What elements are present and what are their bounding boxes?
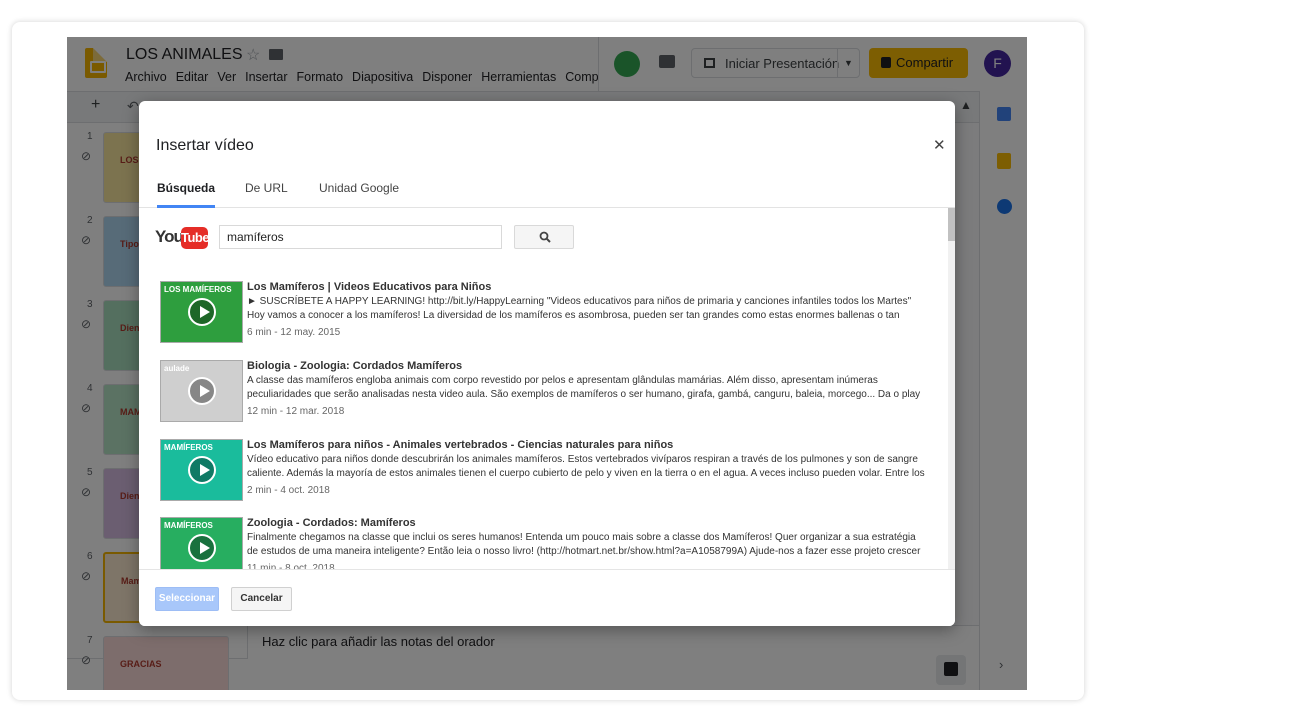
video-title: Zoologia - Cordados: Mamíferos <box>247 517 416 529</box>
results-scrollbar[interactable] <box>948 208 955 569</box>
play-icon <box>188 377 216 405</box>
dialog-title: Insertar vídeo <box>156 137 254 154</box>
dialog-footer: Seleccionar Cancelar <box>139 569 955 626</box>
video-description: A classe das mamíferos engloba animais c… <box>247 375 921 400</box>
video-title: Los Mamíferos | Videos Educativos para N… <box>247 281 492 293</box>
thumbnail-text: aulade <box>164 364 190 373</box>
cancel-button[interactable]: Cancelar <box>231 587 292 611</box>
tab-unidad-google[interactable]: Unidad Google <box>319 181 399 205</box>
video-description: Vídeo educativo para niños donde descubr… <box>247 454 925 479</box>
insert-video-dialog: Insertar vídeo ✕ Búsqueda De URL Unidad … <box>139 101 955 626</box>
close-icon[interactable]: ✕ <box>933 136 946 154</box>
results-panel: You Tube LOS MAMÍFEROS Los Mamíferos | Vi… <box>139 208 955 569</box>
video-description: Finalmente chegamos na classe que inclui… <box>247 532 921 557</box>
dialog-tabs: Búsqueda De URL Unidad Google <box>139 171 955 208</box>
thumbnail-text: MAMÍFEROS <box>164 521 213 530</box>
video-thumbnail[interactable]: LOS MAMÍFEROS <box>160 281 243 343</box>
video-title: Los Mamíferos para niños - Animales vert… <box>247 439 674 451</box>
tab-busqueda[interactable]: Búsqueda <box>157 181 216 208</box>
video-result[interactable]: LOS MAMÍFEROS Los Mamíferos | Videos Educ… <box>160 281 930 351</box>
video-meta: 2 min - 4 oct. 2018 <box>247 485 330 496</box>
play-icon <box>188 298 216 326</box>
play-icon <box>188 534 216 562</box>
video-result[interactable]: MAMÍFEROS Los Mamíferos para niños - Anim… <box>160 439 930 509</box>
search-icon <box>539 231 551 243</box>
tab-de-url[interactable]: De URL <box>245 181 288 205</box>
select-button[interactable]: Seleccionar <box>155 587 219 611</box>
thumbnail-text: LOS MAMÍFEROS <box>164 285 232 294</box>
video-meta: 6 min - 12 may. 2015 <box>247 327 341 338</box>
results-scrollbar-thumb[interactable] <box>948 208 955 241</box>
video-thumbnail[interactable]: aulade <box>160 360 243 422</box>
video-result[interactable]: aulade Biologia - Zoologia: Cordados Mamí… <box>160 360 930 430</box>
video-description: ► SUSCRÍBETE A HAPPY LEARNING! http://bi… <box>247 296 912 321</box>
play-icon <box>188 456 216 484</box>
youtube-logo-you: You <box>155 227 184 246</box>
video-search-input[interactable] <box>219 225 502 249</box>
youtube-logo-tube: Tube <box>181 227 210 249</box>
search-button[interactable] <box>514 225 574 249</box>
thumbnail-text: MAMÍFEROS <box>164 443 213 452</box>
video-meta: 12 min - 12 mar. 2018 <box>247 406 345 417</box>
video-result[interactable]: MAMÍFEROS Zoologia - Cordados: Mamíferos F… <box>160 517 930 569</box>
video-thumbnail[interactable]: MAMÍFEROS <box>160 517 243 569</box>
video-thumbnail[interactable]: MAMÍFEROS <box>160 439 243 501</box>
video-title: Biologia - Zoologia: Cordados Mamíferos <box>247 360 463 372</box>
youtube-logo: You Tube <box>155 227 210 249</box>
